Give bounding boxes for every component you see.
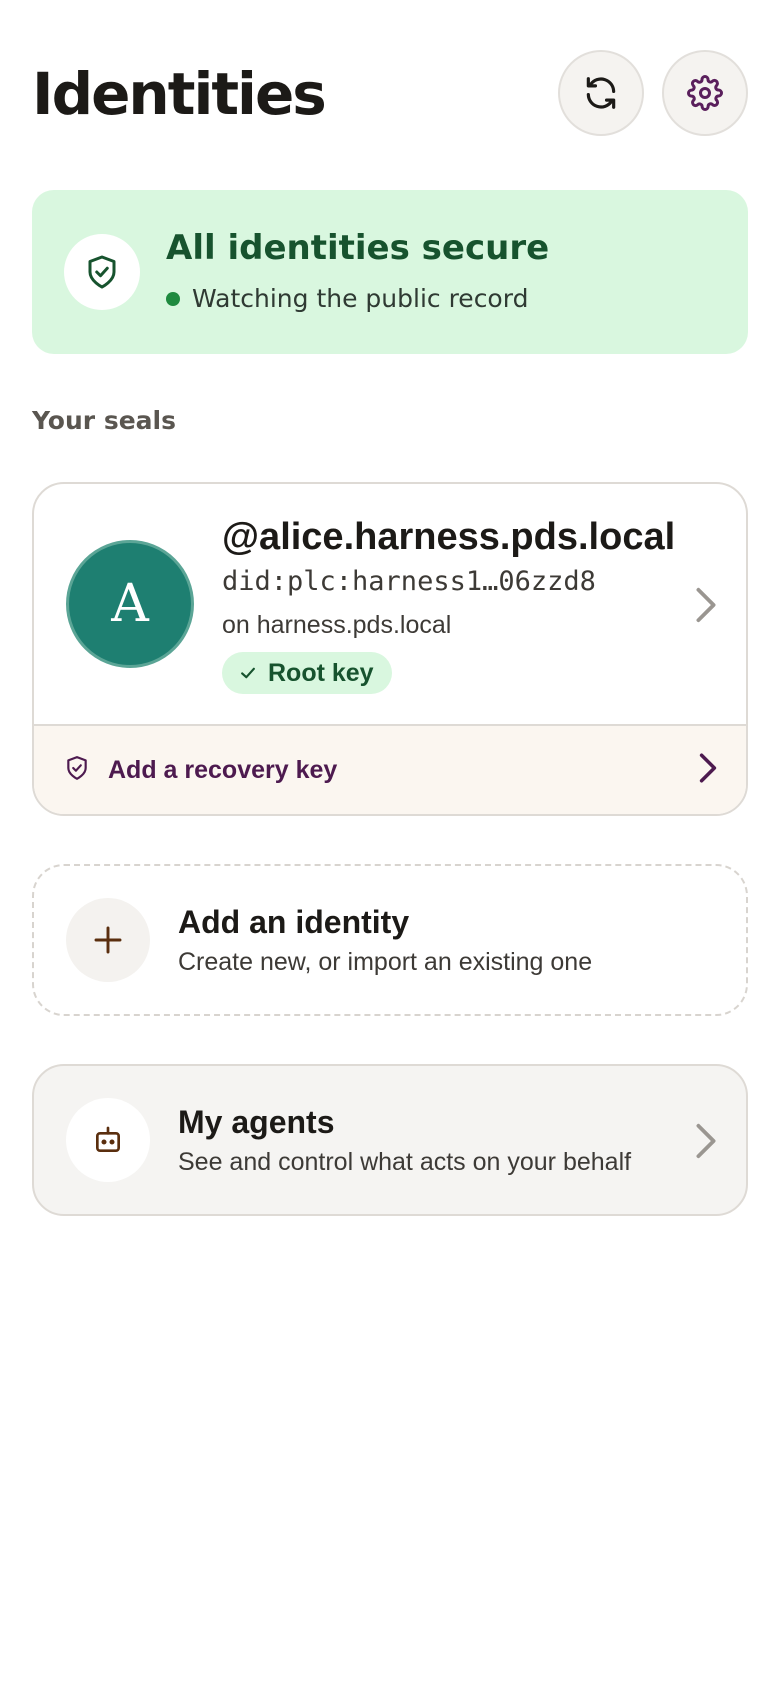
add-identity-subtitle: Create new, or import an existing one <box>178 948 593 976</box>
agents-icon-container <box>66 1098 150 1182</box>
header: Identities <box>32 46 748 138</box>
chevron-right-icon <box>696 1123 716 1159</box>
refresh-button[interactable] <box>558 50 644 136</box>
avatar: A <box>66 540 194 668</box>
identity-handle: @alice.harness.pds.local <box>222 516 676 558</box>
my-agents-title: My agents <box>178 1104 335 1140</box>
security-status-card: All identities secure Watching the publi… <box>32 190 748 354</box>
add-recovery-key-label: Add a recovery key <box>108 756 338 784</box>
chevron-right-icon <box>699 753 717 783</box>
plus-icon <box>94 926 122 954</box>
shield-check-icon <box>88 255 116 289</box>
add-identity-title: Add an identity <box>178 904 410 940</box>
root-key-badge: Root key <box>222 652 392 694</box>
shield-icon <box>67 756 87 780</box>
add-identity-button[interactable]: Add an identity Create new, or import an… <box>32 864 748 1016</box>
chevron-right-icon <box>696 587 716 623</box>
live-indicator-dot <box>166 291 180 306</box>
settings-button[interactable] <box>662 50 748 136</box>
gear-icon <box>687 75 723 111</box>
identity-host: on harness.pds.local <box>222 611 452 639</box>
page-title: Identities <box>32 60 327 128</box>
status-subtitle: Watching the public record <box>192 284 529 313</box>
seal-card[interactable]: A @alice.harness.pds.local did:plc:harne… <box>32 482 748 816</box>
status-title: All identities secure <box>166 228 550 268</box>
status-subtitle-row: Watching the public record <box>166 284 528 313</box>
refresh-icon <box>586 77 616 109</box>
robot-icon <box>96 1126 120 1152</box>
add-recovery-key-row[interactable]: Add a recovery key <box>34 724 746 814</box>
section-label-seals: Your seals <box>32 406 176 435</box>
add-icon-container <box>66 898 150 982</box>
status-shield-container <box>64 234 140 310</box>
check-icon <box>241 667 255 679</box>
root-key-badge-label: Root key <box>268 658 374 687</box>
my-agents-button[interactable]: My agents See and control what acts on y… <box>32 1064 748 1216</box>
my-agents-subtitle: See and control what acts on your behalf <box>178 1148 632 1176</box>
identity-did: did:plc:harness1…06zzd8 <box>222 566 596 597</box>
